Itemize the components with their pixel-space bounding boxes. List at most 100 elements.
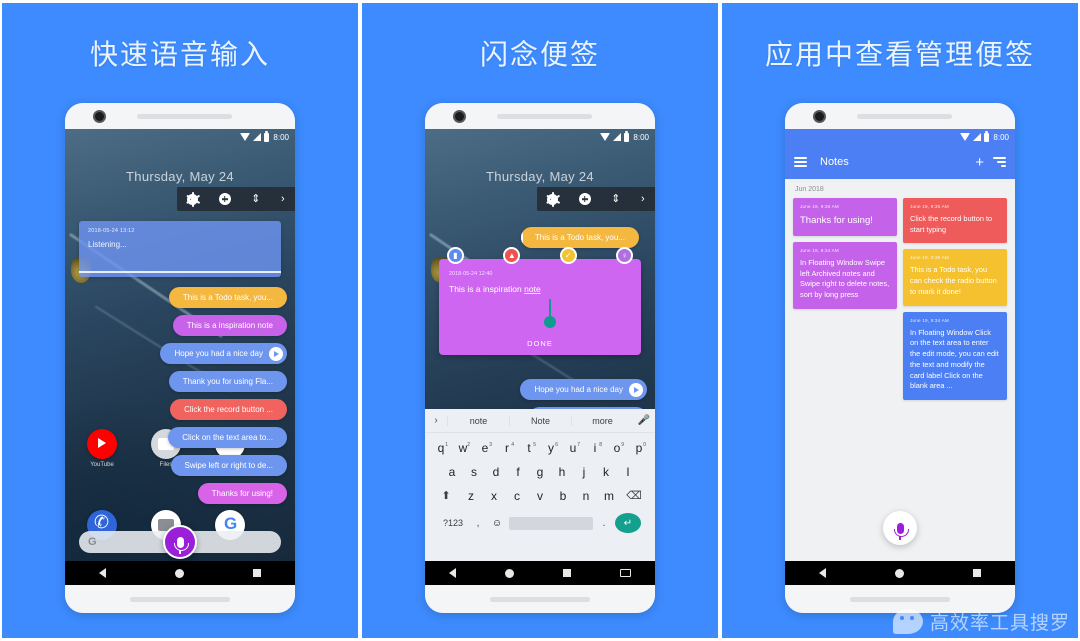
up-down-arrows-icon[interactable]: ⇕ [611,193,620,205]
android-nav-bar-3[interactable] [785,561,1015,585]
key-t[interactable]: 5t [519,439,539,457]
back-triangle-icon[interactable] [449,568,457,578]
sort-icon[interactable] [993,156,1006,168]
enter-key-icon[interactable]: ↵ [615,513,641,533]
key-y[interactable]: 6y [541,439,561,457]
key-a[interactable]: a [442,463,462,481]
emoji-key-icon[interactable]: ☺ [489,518,505,529]
shift-key-icon[interactable]: ⬆ [434,487,458,505]
home-circle-icon[interactable] [174,568,184,578]
key-u[interactable]: 7u [563,439,583,457]
keyboard-row-4: ?123 , ☺ . ↵ [425,513,655,533]
key-i[interactable]: 8i [585,439,605,457]
note-card[interactable]: June 19, 9:34 AM In Floating Window Swip… [793,241,897,309]
key-j[interactable]: j [574,463,594,481]
android-nav-bar-1[interactable] [65,561,295,585]
comma-key[interactable]: , [471,518,485,529]
key-r[interactable]: 4r [497,439,517,457]
idea-type-button[interactable]: ♀ [615,247,633,264]
gear-icon[interactable] [545,191,560,207]
recents-square-icon[interactable] [252,569,261,577]
recents-square-icon[interactable] [562,569,571,577]
suggestion-item[interactable]: more [571,415,633,426]
key-l[interactable]: l [618,463,638,481]
note-pill[interactable]: Click on the text area to... [168,427,287,448]
chevron-right-icon[interactable]: › [641,193,645,205]
mic-icon [173,536,189,554]
android-nav-bar-2[interactable] [425,561,655,585]
note-card[interactable]: June 19, 9:34 AM In Floating Window Clic… [903,311,1007,401]
mic-fab-button[interactable] [163,525,197,559]
chevron-right-icon[interactable]: › [425,415,447,426]
symbols-key[interactable]: ?123 [439,518,467,528]
key-f[interactable]: f [508,463,528,481]
plus-circle-icon[interactable] [218,193,231,205]
note-pill[interactable]: This is a Todo task, you... [520,227,639,248]
key-e[interactable]: 3e [475,439,495,457]
note-pill[interactable]: Click the record button ... [170,399,287,420]
note-card[interactable]: June 19, 9:36 AM Thanks for using! [793,198,897,236]
floating-window-toolbar-2[interactable]: ⇕ › [537,187,655,211]
note-pill[interactable]: Swipe left or right to de... [170,455,287,476]
front-camera-icon [813,110,826,123]
up-down-arrows-icon[interactable]: ⇕ [251,193,260,205]
panel-notes-app: 应用中查看管理便签 LTE 8:00 Notes + [720,0,1080,641]
note-pill[interactable]: Thank you for using Fla... [168,371,287,392]
play-icon[interactable] [269,346,283,361]
hamburger-icon[interactable] [794,156,807,168]
key-k[interactable]: k [596,463,616,481]
alert-type-button[interactable]: ▲ [503,247,521,264]
page-title: Notes [820,156,849,168]
edit-card-body[interactable]: This is a inspiration note [449,284,631,294]
key-w[interactable]: 2w [453,439,473,457]
note-pill[interactable]: Hope you had a nice day [160,343,287,364]
key-o[interactable]: 9o [607,439,627,457]
keyboard-icon[interactable] [619,569,631,577]
plus-icon[interactable]: + [975,155,984,170]
period-key[interactable]: . [597,518,611,529]
key-d[interactable]: d [486,463,506,481]
note-pill[interactable]: Thanks for using! [197,483,287,504]
backspace-key-icon[interactable]: ⌫ [622,487,646,505]
chevron-right-icon[interactable]: › [281,193,285,205]
floating-window-toolbar-1[interactable]: ⇕ › [177,187,295,211]
key-m[interactable]: m [599,487,619,505]
done-button[interactable]: DONE [439,339,641,348]
suggestion-item[interactable]: note [447,415,509,426]
key-p[interactable]: 0p [629,439,649,457]
back-triangle-icon[interactable] [99,568,107,578]
android-keyboard[interactable]: › note Note more 🎤 1q 2w 3e 4r 5t 6y 7u [425,409,655,561]
note-pill[interactable]: Hope you had a nice day [520,379,647,400]
back-triangle-icon[interactable] [819,568,827,578]
recents-square-icon[interactable] [972,569,981,577]
key-z[interactable]: z [461,487,481,505]
note-type-button[interactable]: ▮ [447,247,464,264]
key-s[interactable]: s [464,463,484,481]
space-key[interactable] [509,516,593,530]
todo-type-button[interactable]: ✓ [559,247,577,264]
key-c[interactable]: c [507,487,527,505]
plus-circle-icon[interactable] [578,193,591,205]
key-q[interactable]: 1q [431,439,451,457]
key-b[interactable]: b [553,487,573,505]
recording-card[interactable]: 2018-05-24 13:12 Listening... [79,221,281,277]
note-edit-card[interactable]: 2018-05-24 12:40 This is a inspiration n… [439,259,641,355]
note-pill[interactable]: This is a inspiration note [172,315,287,336]
note-card[interactable]: June 19, 9:35 AM Click the record button… [903,198,1007,244]
key-h[interactable]: h [552,463,572,481]
todo-checkbox-icon[interactable] [520,229,523,246]
note-pill[interactable]: This is a Todo task, you... [168,287,287,308]
home-circle-icon[interactable] [505,568,515,578]
mic-icon[interactable]: 🎤 [633,415,655,426]
key-n[interactable]: n [576,487,596,505]
key-g[interactable]: g [530,463,550,481]
note-card[interactable]: June 19, 9:35 AM This is a Todo task, yo… [903,249,1007,306]
mic-fab-button[interactable] [883,511,917,545]
suggestion-item[interactable]: Note [509,415,571,426]
home-circle-icon[interactable] [894,568,904,578]
status-clock: 8:00 [633,132,649,142]
key-x[interactable]: x [484,487,504,505]
gear-icon[interactable] [185,191,200,207]
play-icon[interactable] [629,382,643,397]
key-v[interactable]: v [530,487,550,505]
